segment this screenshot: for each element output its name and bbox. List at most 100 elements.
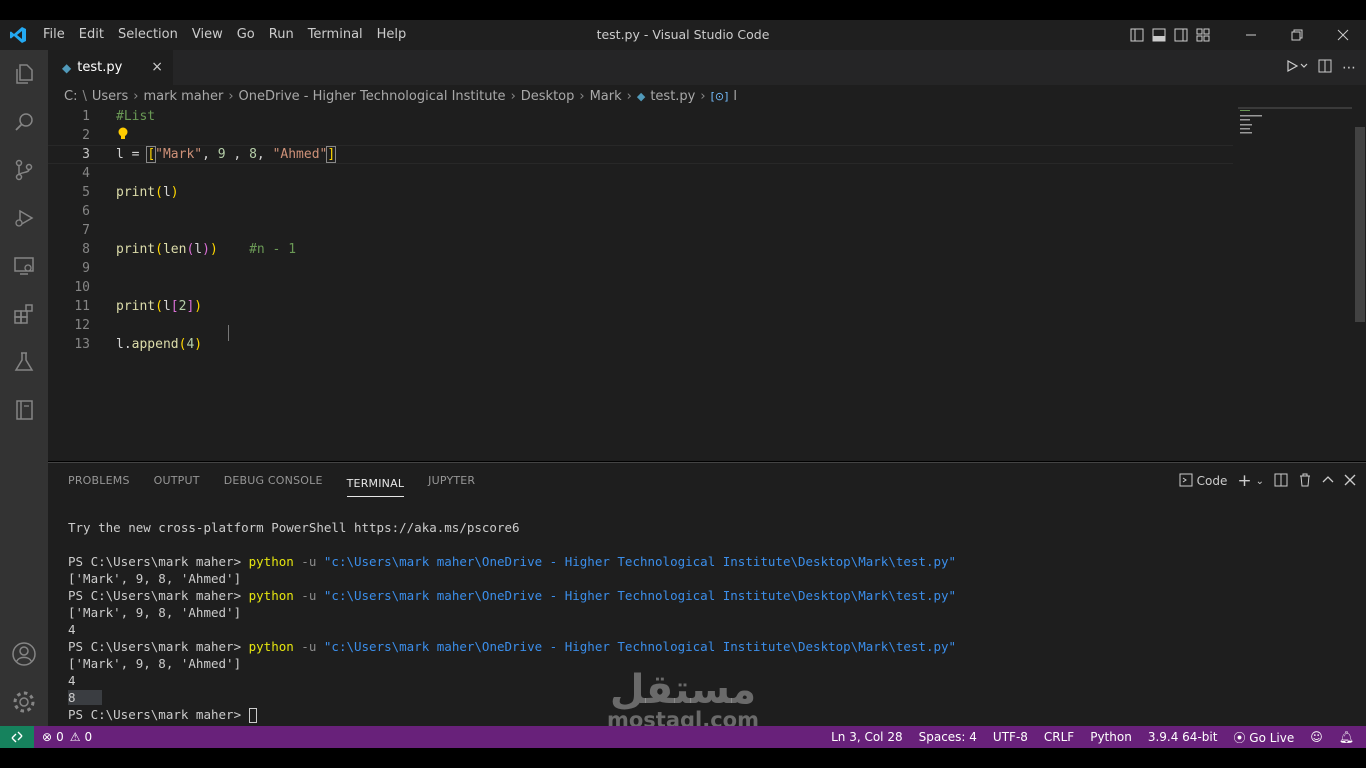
testing-icon[interactable] (0, 338, 48, 386)
toggle-sidebar-icon[interactable] (1126, 20, 1148, 50)
toggle-panel-icon[interactable] (1148, 20, 1170, 50)
lightbulb-icon[interactable] (116, 126, 130, 145)
code-comment: #n - 1 (249, 242, 297, 257)
cursor-position[interactable]: Ln 3, Col 28 (831, 730, 903, 744)
menu-help[interactable]: Help (370, 20, 414, 50)
terminal-line: ['Mark', 9, 8, 'Ahmed'] (68, 571, 242, 586)
split-terminal-icon[interactable] (1274, 473, 1288, 490)
explorer-icon[interactable] (0, 50, 48, 98)
settings-gear-icon[interactable] (0, 678, 48, 726)
indentation[interactable]: Spaces: 4 (919, 730, 977, 744)
trash-icon[interactable] (1298, 473, 1312, 490)
menu-file[interactable]: File (36, 20, 72, 50)
minimap[interactable] (1238, 107, 1353, 147)
toggle-secondary-sidebar-icon[interactable] (1170, 20, 1192, 50)
menu-selection[interactable]: Selection (111, 20, 185, 50)
menu-run[interactable]: Run (262, 20, 301, 50)
panel: PROBLEMS OUTPUT DEBUG CONSOLE TERMINAL J… (48, 462, 1366, 726)
customize-layout-icon[interactable] (1192, 20, 1214, 50)
go-live-button[interactable]: ⦿ Go Live (1233, 729, 1294, 746)
code-function: print (116, 185, 156, 200)
run-python-icon[interactable] (1286, 58, 1308, 77)
code-line: 12 (48, 316, 1233, 335)
code-punct: , (202, 147, 218, 162)
chevron-down-icon[interactable]: ⌄ (1256, 476, 1264, 487)
terminal-line: Try the new cross-platform PowerShell ht… (68, 520, 520, 535)
tab-debug-console[interactable]: DEBUG CONSOLE (224, 463, 323, 499)
line-number: 10 (74, 280, 90, 295)
extensions-icon[interactable] (0, 290, 48, 338)
tab-terminal[interactable]: TERMINAL (346, 471, 405, 497)
split-editor-icon[interactable] (1318, 58, 1332, 77)
terminal-output[interactable]: Try the new cross-platform PowerShell ht… (68, 519, 1358, 723)
tab-output[interactable]: OUTPUT (154, 463, 200, 499)
problems-status[interactable]: ⊗ 0 ⚠ 0 (42, 726, 92, 748)
menu-go[interactable]: Go (230, 20, 262, 50)
breadcrumb-item[interactable]: Users (92, 89, 128, 104)
warning-icon: ⚠ (69, 730, 81, 744)
run-debug-icon[interactable] (0, 194, 48, 242)
code-punct: . (123, 337, 132, 352)
terminal-line: PS C:\Users\mark maher> (68, 706, 1358, 723)
code-bracket: ] (326, 146, 337, 163)
encoding[interactable]: UTF-8 (993, 730, 1028, 744)
search-icon[interactable] (0, 98, 48, 146)
minimize-button[interactable] (1228, 20, 1274, 50)
close-tab-icon[interactable]: × (151, 59, 163, 75)
code-op: = (123, 147, 148, 162)
code-number: 9 (217, 147, 226, 162)
line-number: 2 (82, 128, 90, 143)
accounts-icon[interactable] (0, 630, 48, 678)
notebook-icon[interactable] (0, 386, 48, 434)
code-var: l (116, 147, 124, 162)
menu-terminal[interactable]: Terminal (301, 20, 370, 50)
breadcrumb-item[interactable]: C: (64, 89, 77, 104)
breadcrumb-item[interactable]: OneDrive - Higher Technological Institut… (239, 89, 506, 104)
breadcrumb-item[interactable]: l (733, 89, 737, 104)
end-of-line[interactable]: CRLF (1044, 730, 1074, 744)
menu-view[interactable]: View (185, 20, 230, 50)
feedback-icon[interactable]: ☺ (1310, 730, 1323, 744)
language-mode[interactable]: Python (1090, 730, 1132, 744)
close-window-button[interactable] (1320, 20, 1366, 50)
code-var: l (194, 242, 203, 257)
terminal-profile-label[interactable]: Code (1197, 474, 1228, 488)
chevron-right-icon: › (510, 88, 516, 104)
breadcrumb-item[interactable]: test.py (650, 89, 695, 104)
terminal-line: ['Mark', 9, 8, 'Ahmed'] (68, 605, 242, 620)
breadcrumb-item[interactable]: Mark (590, 89, 622, 104)
editor-scrollbar[interactable] (1352, 107, 1366, 461)
python-interpreter[interactable]: 3.9.4 64-bit (1148, 730, 1218, 744)
code-bracket: ( (155, 185, 163, 200)
line-number: 11 (74, 299, 90, 314)
scrollbar-thumb[interactable] (1355, 127, 1365, 322)
new-terminal-icon[interactable]: + (1237, 471, 1251, 491)
code-bracket: ( (155, 242, 163, 257)
title-bar: File Edit Selection View Go Run Terminal… (0, 20, 1366, 50)
remote-explorer-icon[interactable] (0, 242, 48, 290)
source-control-icon[interactable] (0, 146, 48, 194)
breadcrumb-item[interactable]: Desktop (521, 89, 575, 104)
code-bracket: ) (194, 337, 203, 352)
tab-problems[interactable]: PROBLEMS (68, 463, 130, 499)
tab-jupyter[interactable]: JUPYTER (428, 463, 475, 499)
terminal-cursor (248, 708, 257, 723)
tab-test-py[interactable]: ◆ test.py × (48, 50, 173, 85)
code-editor[interactable]: 1 #List 2 3 l = ["Mark", 9 , 8, "Ahmed"]… (48, 107, 1238, 447)
menu-edit[interactable]: Edit (72, 20, 111, 50)
code-bracket: ) (202, 242, 210, 257)
line-number: 8 (82, 242, 90, 257)
notifications-bell-icon[interactable]: 🔔︎ (1339, 730, 1354, 744)
maximize-panel-icon[interactable] (1322, 474, 1334, 489)
terminal-line: PS C:\Users\mark maher> python -u "c:\Us… (68, 587, 1358, 604)
status-bar: ⊗ 0 ⚠ 0 Ln 3, Col 28 Spaces: 4 UTF-8 CRL… (0, 726, 1366, 748)
more-actions-icon[interactable]: ⋯ (1342, 60, 1356, 76)
restore-button[interactable] (1274, 20, 1320, 50)
close-panel-icon[interactable] (1344, 474, 1356, 489)
remote-indicator-icon[interactable] (0, 726, 34, 748)
line-number: 4 (82, 166, 90, 181)
breadcrumb-item[interactable]: mark maher (143, 89, 223, 104)
terminal-path: "c:\Users\mark maher\OneDrive - Higher T… (323, 554, 957, 569)
line-number: 1 (82, 109, 90, 124)
